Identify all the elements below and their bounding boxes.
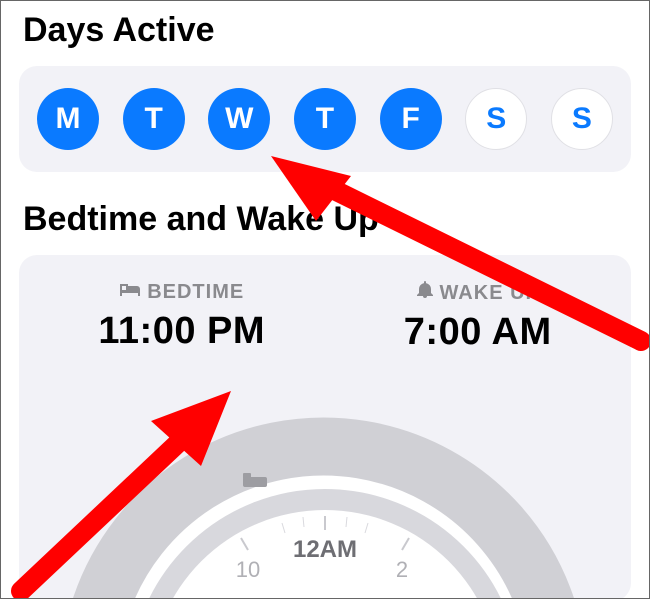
day-toggle-wed[interactable]: W: [208, 88, 270, 150]
bedtime-wakeup-title: Bedtime and Wake Up: [23, 200, 649, 239]
screenshot-frame: { "sections": { "days_active_title": "Da…: [0, 0, 650, 599]
wakeup-value: 7:00 AM: [404, 311, 552, 354]
dial-2-label: 2: [396, 557, 408, 582]
bell-icon: [416, 281, 434, 305]
bedtime-wakeup-card: BEDTIME 11:00 PM WAKE UP 7:00 AM: [19, 255, 631, 599]
wakeup-column: WAKE UP 7:00 AM: [404, 281, 552, 354]
dial-10-label: 10: [236, 557, 260, 582]
bed-icon: [119, 281, 141, 304]
wakeup-caption: WAKE UP: [440, 282, 540, 305]
dial-12am-label: 12AM: [293, 536, 357, 563]
day-toggle-mon[interactable]: M: [37, 88, 99, 150]
sleep-dial[interactable]: 12AM 10 2: [45, 405, 605, 599]
bedtime-value: 11:00 PM: [98, 310, 265, 353]
day-toggle-thu[interactable]: T: [294, 88, 356, 150]
bedtime-caption: BEDTIME: [147, 281, 244, 304]
day-toggle-tue[interactable]: T: [123, 88, 185, 150]
day-toggle-fri[interactable]: F: [380, 88, 442, 150]
days-active-card: M T W T F S S: [19, 66, 631, 172]
day-toggle-sun[interactable]: S: [551, 88, 613, 150]
bedtime-column: BEDTIME 11:00 PM: [98, 281, 265, 354]
days-active-title: Days Active: [23, 11, 649, 50]
day-toggle-sat[interactable]: S: [465, 88, 527, 150]
